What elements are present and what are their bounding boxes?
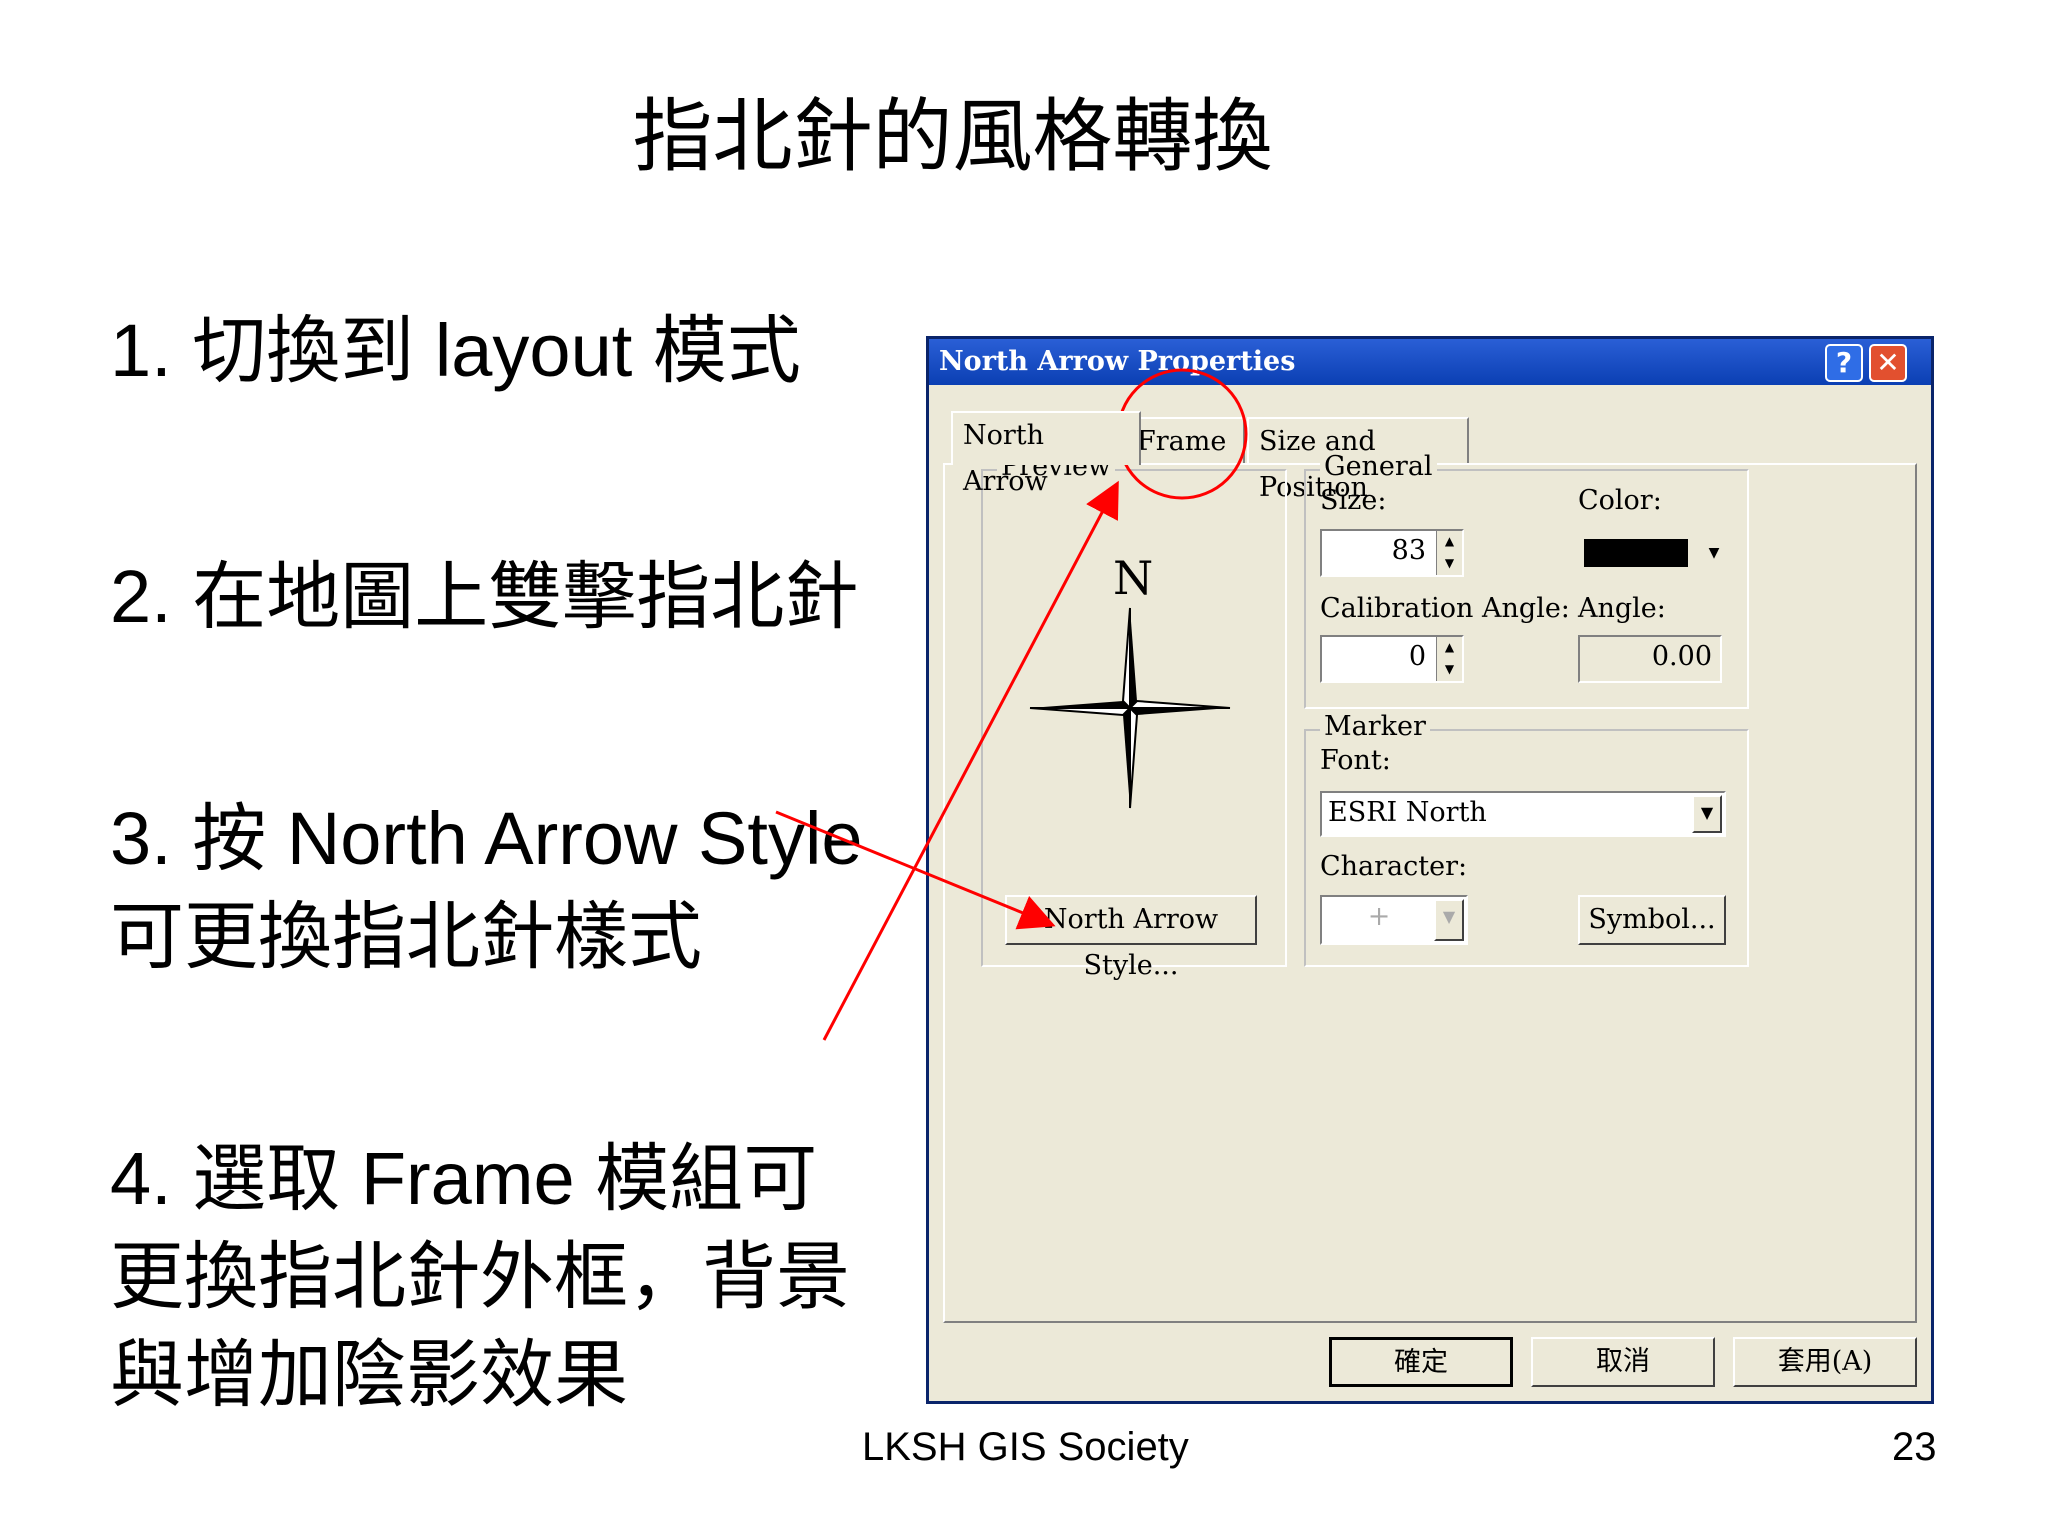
apply-button[interactable]: 套用(A) <box>1733 1337 1917 1387</box>
chevron-down-icon[interactable]: ▼ <box>1434 899 1464 941</box>
angle-input: 0.00 <box>1578 635 1722 683</box>
spin-down-icon[interactable]: ▼ <box>1437 553 1462 575</box>
calibration-angle-value: 0 <box>1408 641 1426 672</box>
size-value: 83 <box>1391 535 1426 566</box>
north-arrow-properties-dialog: North Arrow Properties ? ✕ North Arrow F… <box>926 336 1934 1404</box>
spin-down-icon[interactable]: ▼ <box>1437 659 1462 681</box>
angle-value: 0.00 <box>1651 641 1712 672</box>
symbol-button[interactable]: Symbol... <box>1578 895 1726 945</box>
spin-up-icon[interactable]: ▲ <box>1437 637 1462 659</box>
step-1-text: 1. 切換到 layout 模式 <box>110 309 801 392</box>
color-dropdown-icon[interactable]: ▼ <box>1704 535 1724 571</box>
calibration-spinner[interactable]: ▲ ▼ <box>1436 637 1462 681</box>
north-arrow-preview: N <box>1025 551 1235 811</box>
general-group: General Size: Color: 83 ▲ ▼ ▼ Calibratio… <box>1304 451 1749 709</box>
slide-title: 指北針的風格轉換 <box>632 90 1273 183</box>
dialog-title: North Arrow Properties <box>939 346 1296 377</box>
compass-star-icon <box>1029 607 1231 809</box>
cancel-button[interactable]: 取消 <box>1531 1337 1715 1387</box>
font-label: Font: <box>1320 745 1391 776</box>
dialog-titlebar[interactable]: North Arrow Properties ? ✕ <box>929 339 1931 385</box>
north-arrow-style-button[interactable]: North Arrow Style... <box>1005 895 1257 981</box>
tab-frame[interactable]: Frame <box>1125 417 1245 463</box>
size-label: Size: <box>1320 485 1387 516</box>
page-number: 23 <box>1892 1425 1937 1469</box>
marker-group: Marker Font: ESRI North ▼ Character: + ▼… <box>1304 711 1749 967</box>
step-2-text: 2. 在地圖上雙擊指北針 <box>110 555 859 638</box>
north-letter: N <box>1113 551 1154 605</box>
character-label: Character: <box>1320 851 1468 882</box>
color-picker[interactable]: ▼ <box>1578 531 1726 575</box>
general-legend: General <box>1320 451 1437 482</box>
footer-text: LKSH GIS Society <box>862 1425 1189 1469</box>
color-label: Color: <box>1578 485 1662 516</box>
marker-legend: Marker <box>1320 711 1430 742</box>
step-4-text: 4. 選取 Frame 模組可更換指北針外框，背景與增加陰影效果 <box>110 1137 850 1416</box>
color-swatch <box>1584 539 1688 567</box>
size-spinner[interactable]: ▲ ▼ <box>1436 531 1462 575</box>
tab-north-arrow[interactable]: North Arrow <box>951 411 1141 497</box>
spin-up-icon[interactable]: ▲ <box>1437 531 1462 553</box>
character-value: + <box>1367 901 1391 932</box>
calibration-angle-label: Calibration Angle: <box>1320 593 1570 624</box>
angle-label: Angle: <box>1578 593 1666 624</box>
character-select[interactable]: + ▼ <box>1320 895 1468 945</box>
step-3-text: 3. 按 North Arrow Style 可更換指北針樣式 <box>110 797 863 978</box>
font-value: ESRI North <box>1328 797 1487 828</box>
font-select[interactable]: ESRI North ▼ <box>1320 791 1726 837</box>
chevron-down-icon[interactable]: ▼ <box>1692 795 1722 833</box>
help-button[interactable]: ? <box>1825 344 1863 382</box>
ok-button[interactable]: 確定 <box>1329 1337 1513 1387</box>
preview-group: Preview N North Arrow Style... <box>981 451 1287 981</box>
close-button[interactable]: ✕ <box>1869 344 1907 382</box>
